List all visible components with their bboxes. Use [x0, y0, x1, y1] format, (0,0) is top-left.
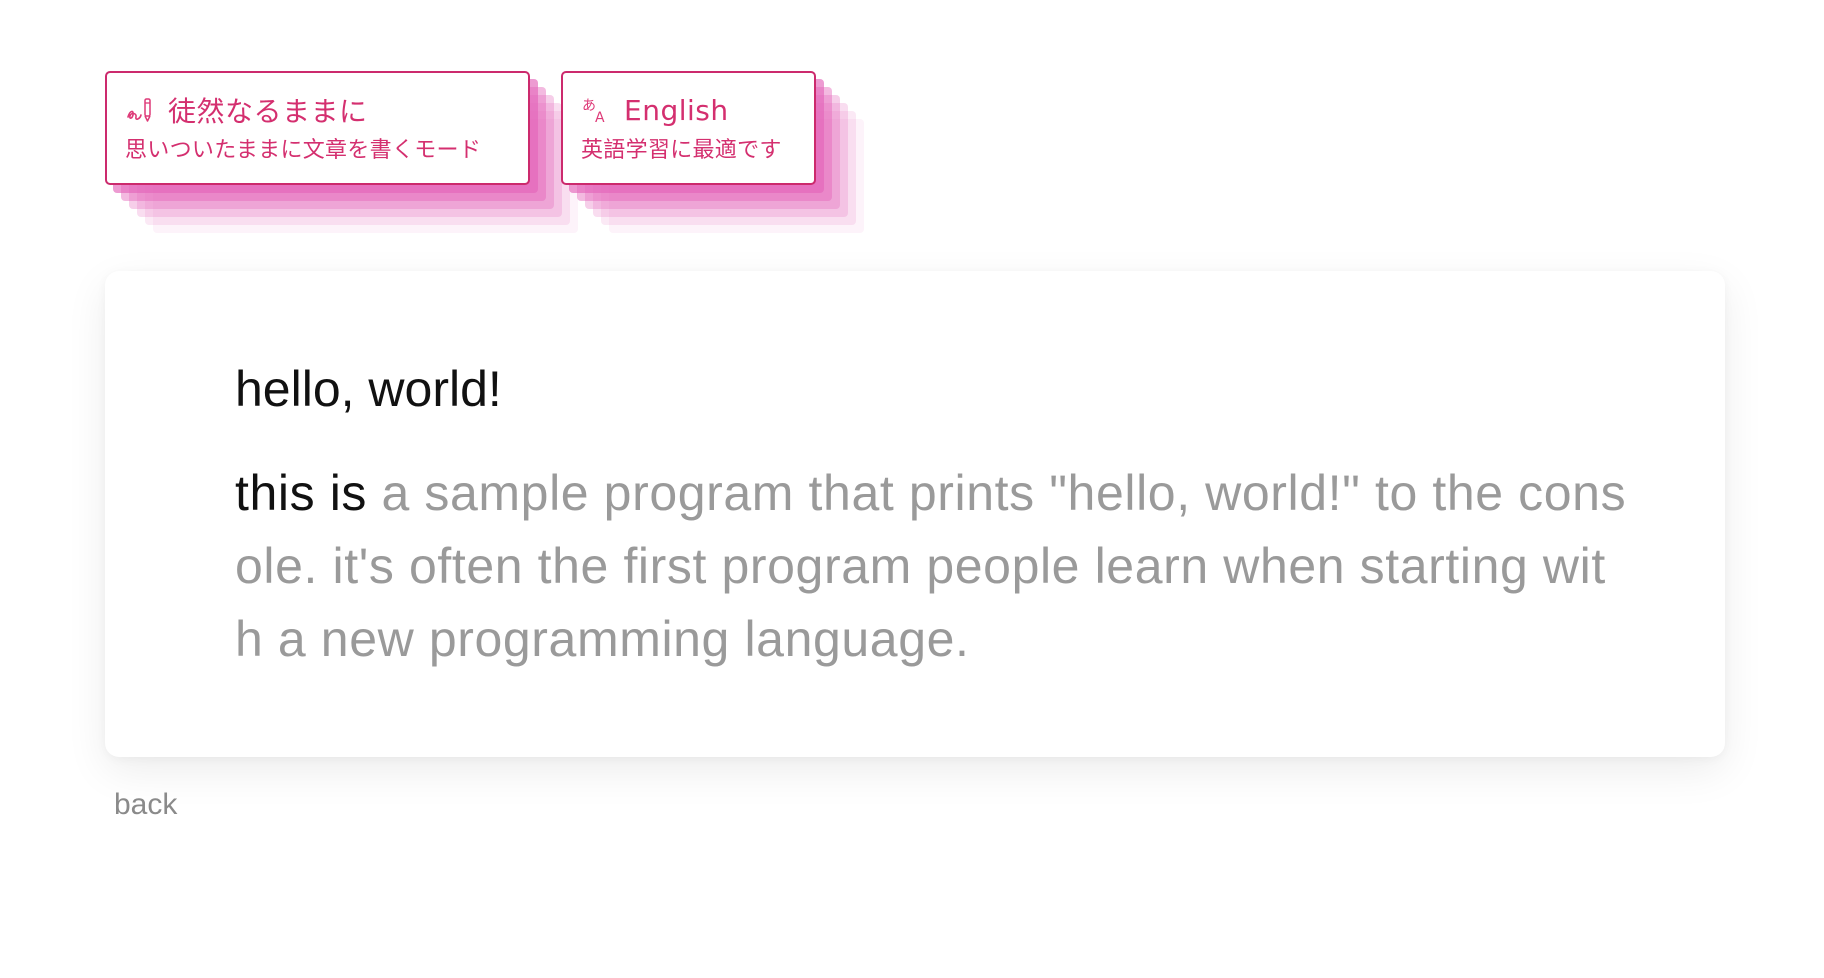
mode-card-face: あ A English 英語学習に最適です: [561, 71, 816, 185]
mode-card-face: 徒然なるままに 思いついたままに文章を書くモード: [105, 71, 530, 185]
document-title[interactable]: hello, world!: [235, 359, 1635, 419]
mode-subtitle: 思いついたままに文章を書くモード: [125, 138, 482, 163]
handwriting-icon: [125, 95, 155, 125]
editor-card[interactable]: hello, world! this is a sample program t…: [105, 271, 1725, 757]
mode-card-tsurezure[interactable]: 徒然なるままに 思いついたままに文章を書くモード: [105, 71, 578, 233]
svg-text:あ: あ: [582, 98, 596, 114]
typed-text: this is: [235, 465, 368, 521]
mode-title: 徒然なるままに: [168, 95, 368, 128]
mode-card-english[interactable]: あ A English 英語学習に最適です: [561, 71, 864, 233]
ai-suggestion-text: a sample program that prints "hello, wor…: [235, 465, 1627, 667]
back-link[interactable]: back: [114, 788, 177, 822]
svg-text:A: A: [595, 110, 605, 125]
translate-icon: あ A: [581, 95, 611, 125]
page: 徒然なるままに 思いついたままに文章を書くモード あ A English 英語学…: [0, 0, 1824, 978]
editor-content[interactable]: hello, world! this is a sample program t…: [235, 359, 1635, 676]
mode-selector: 徒然なるままに 思いついたままに文章を書くモード あ A English 英語学…: [105, 71, 864, 233]
document-body[interactable]: this is a sample program that prints "he…: [235, 457, 1630, 676]
mode-title: English: [624, 93, 729, 127]
mode-subtitle: 英語学習に最適です: [581, 138, 782, 163]
